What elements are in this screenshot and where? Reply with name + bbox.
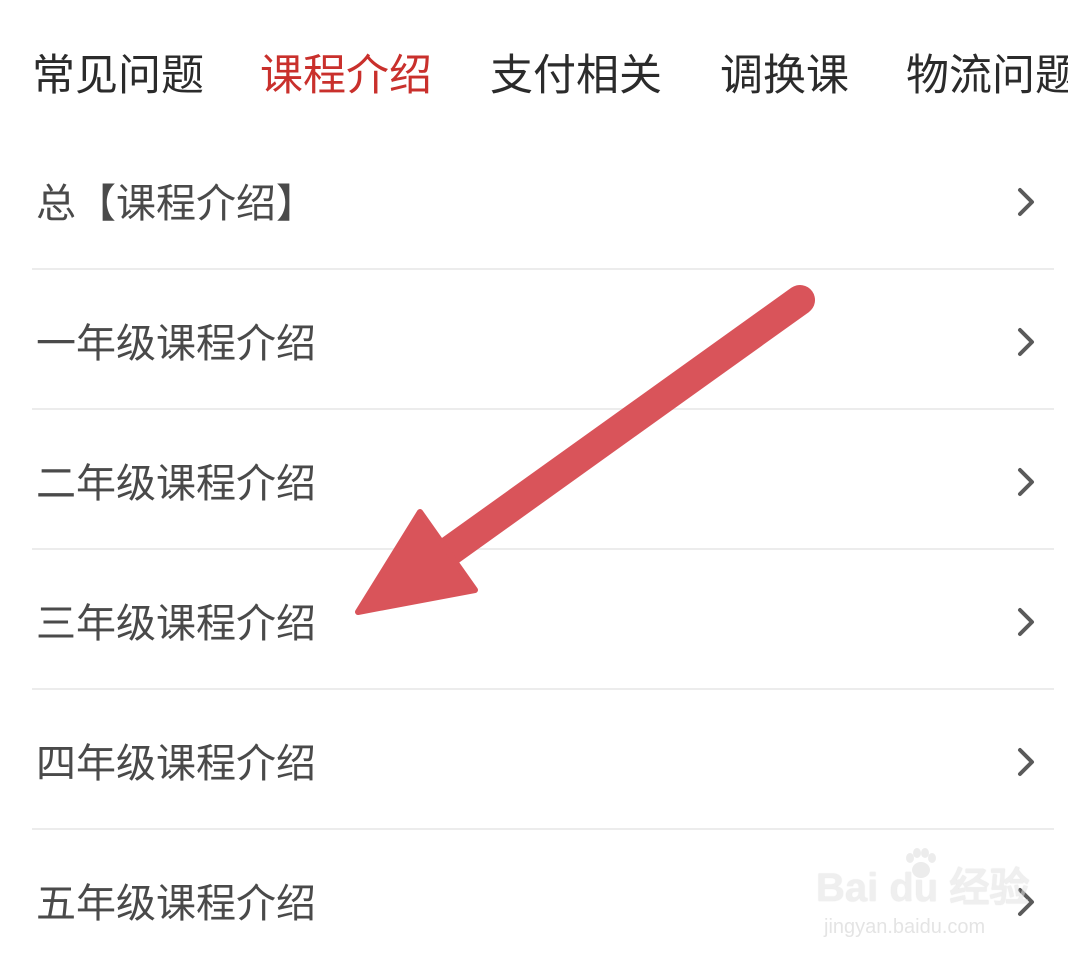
- chevron-right-icon: [1018, 188, 1034, 216]
- list-item[interactable]: 一年级课程介绍: [32, 270, 1054, 410]
- list-item-label: 二年级课程介绍: [36, 461, 316, 507]
- chevron-right-icon: [1018, 328, 1034, 356]
- list-item[interactable]: 三年级课程介绍: [32, 550, 1054, 690]
- chevron-right-icon: [1018, 608, 1034, 636]
- baidu-watermark: Bai du 经验 jingyan.baidu.com: [816, 848, 1029, 948]
- list-item-label: 三年级课程介绍: [36, 601, 316, 647]
- list-item[interactable]: 总【课程介绍】: [32, 130, 1054, 270]
- list-item-label: 一年级课程介绍: [36, 321, 316, 367]
- category-tabs: 常见问题 课程介绍 支付相关 调换课 物流问题: [0, 0, 1068, 150]
- tab-course-intro[interactable]: 课程介绍: [260, 44, 432, 108]
- chevron-right-icon: [1018, 748, 1034, 776]
- list-item[interactable]: 二年级课程介绍: [32, 410, 1054, 550]
- list-item-label: 总【课程介绍】: [36, 181, 316, 227]
- watermark-url: jingyan.baidu.com: [824, 916, 986, 938]
- tab-payment[interactable]: 支付相关: [490, 44, 662, 108]
- list-item-label: 四年级课程介绍: [36, 741, 316, 787]
- course-intro-list: 总【课程介绍】 一年级课程介绍 二年级课程介绍 三年级课程介绍 四年级课程介绍: [0, 130, 1068, 970]
- watermark-text: Bai du 经验: [816, 866, 1030, 910]
- faq-page: 常见问题 课程介绍 支付相关 调换课 物流问题 总【课程介绍】 一年级课程介绍 …: [0, 0, 1068, 972]
- tab-logistics[interactable]: 物流问题: [906, 44, 1068, 108]
- chevron-right-icon: [1018, 468, 1034, 496]
- list-item-label: 五年级课程介绍: [36, 881, 316, 927]
- list-item[interactable]: 四年级课程介绍: [32, 690, 1054, 830]
- tab-common-questions[interactable]: 常见问题: [32, 44, 204, 108]
- tab-course-change[interactable]: 调换课: [720, 44, 849, 108]
